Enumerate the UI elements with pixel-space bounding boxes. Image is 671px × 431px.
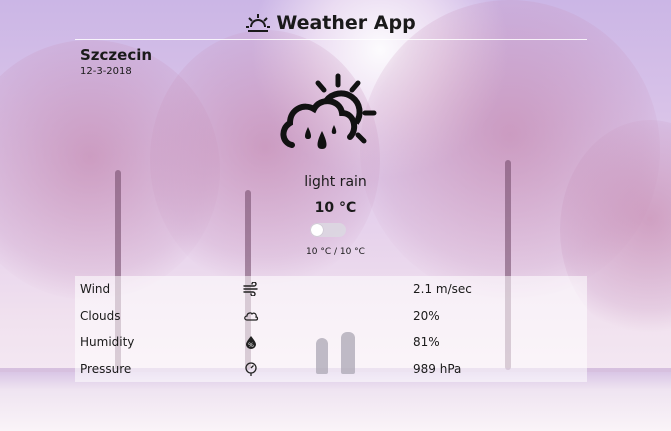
weather-details-table: Wind 2.1 m/sec Clouds 20% Humidity % 81%… xyxy=(75,276,587,382)
detail-label: Humidity xyxy=(80,335,135,350)
forecast-date: 12-3-2018 xyxy=(80,66,132,77)
detail-row-pressure: Pressure 989 hPa xyxy=(75,356,587,383)
light-rain-sun-icon xyxy=(280,73,377,149)
detail-value: 2.1 m/sec xyxy=(413,282,472,297)
pressure-gauge-icon xyxy=(243,362,413,376)
app-header: Weather App xyxy=(75,6,587,40)
detail-label: Clouds xyxy=(80,308,121,323)
cloud-icon xyxy=(243,309,413,323)
current-temperature: 10 °C xyxy=(314,200,357,216)
detail-value: 20% xyxy=(413,308,440,323)
detail-value: 989 hPa xyxy=(413,361,462,376)
detail-row-humidity: Humidity % 81% xyxy=(75,329,587,356)
detail-label: Wind xyxy=(80,282,111,297)
min-max-temperature: 10 °C / 10 °C xyxy=(306,247,365,257)
app-title: Weather App xyxy=(276,11,416,34)
svg-text:%: % xyxy=(248,342,254,349)
wind-icon xyxy=(243,282,413,297)
sunrise-icon xyxy=(246,13,271,32)
detail-value: 81% xyxy=(413,335,440,350)
unit-toggle[interactable] xyxy=(310,223,346,237)
city-name: Szczecin xyxy=(80,46,153,64)
weather-condition: light rain xyxy=(304,174,367,190)
detail-row-wind: Wind 2.1 m/sec xyxy=(75,276,587,303)
humidity-drop-icon: % xyxy=(243,335,413,350)
toggle-knob xyxy=(311,224,323,236)
detail-row-clouds: Clouds 20% xyxy=(75,303,587,330)
detail-label: Pressure xyxy=(80,361,132,376)
